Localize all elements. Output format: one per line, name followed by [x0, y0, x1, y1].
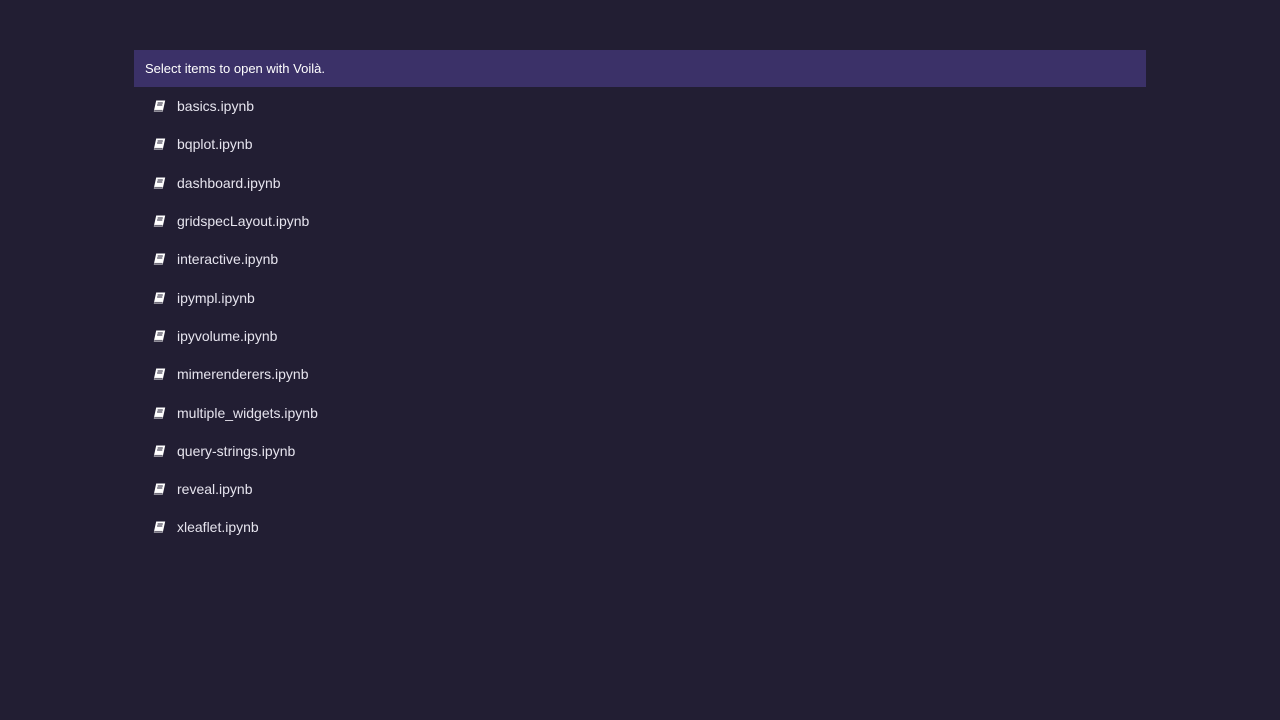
file-link[interactable]: reveal.ipynb [177, 481, 253, 497]
notebook-icon [153, 521, 166, 534]
file-link[interactable]: gridspecLayout.ipynb [177, 213, 309, 229]
file-item[interactable]: ipyvolume.ipynb [134, 317, 1146, 355]
file-link[interactable]: interactive.ipynb [177, 251, 278, 267]
file-link[interactable]: multiple_widgets.ipynb [177, 405, 318, 421]
file-item[interactable]: dashboard.ipynb [134, 164, 1146, 202]
notebook-icon [153, 100, 166, 113]
file-item[interactable]: interactive.ipynb [134, 240, 1146, 278]
file-item[interactable]: query-strings.ipynb [134, 432, 1146, 470]
notebook-icon [153, 483, 166, 496]
notebook-icon [153, 444, 166, 457]
file-link[interactable]: dashboard.ipynb [177, 175, 281, 191]
instructions-banner: Select items to open with Voilà. [134, 50, 1146, 87]
file-item[interactable]: ipympl.ipynb [134, 278, 1146, 316]
file-link[interactable]: xleaflet.ipynb [177, 519, 259, 535]
file-link[interactable]: ipympl.ipynb [177, 290, 255, 306]
file-link[interactable]: query-strings.ipynb [177, 443, 295, 459]
file-link[interactable]: ipyvolume.ipynb [177, 328, 277, 344]
notebook-icon [153, 406, 166, 419]
file-item[interactable]: bqplot.ipynb [134, 125, 1146, 163]
file-item[interactable]: gridspecLayout.ipynb [134, 202, 1146, 240]
notebook-icon [153, 138, 166, 151]
notebook-icon [153, 253, 166, 266]
notebook-icon [153, 215, 166, 228]
file-item[interactable]: mimerenderers.ipynb [134, 355, 1146, 393]
file-item[interactable]: reveal.ipynb [134, 470, 1146, 508]
file-item[interactable]: multiple_widgets.ipynb [134, 393, 1146, 431]
file-item[interactable]: xleaflet.ipynb [134, 508, 1146, 546]
file-link[interactable]: mimerenderers.ipynb [177, 366, 309, 382]
file-list: basics.ipynb bqplot.ipynb dashboard.ipyn… [134, 87, 1146, 547]
voila-tree-view: Select items to open with Voilà. basics.… [134, 50, 1146, 547]
file-item[interactable]: basics.ipynb [134, 87, 1146, 125]
notebook-icon [153, 291, 166, 304]
notebook-icon [153, 176, 166, 189]
notebook-icon [153, 329, 166, 342]
notebook-icon [153, 368, 166, 381]
file-link[interactable]: basics.ipynb [177, 98, 254, 114]
file-link[interactable]: bqplot.ipynb [177, 136, 253, 152]
